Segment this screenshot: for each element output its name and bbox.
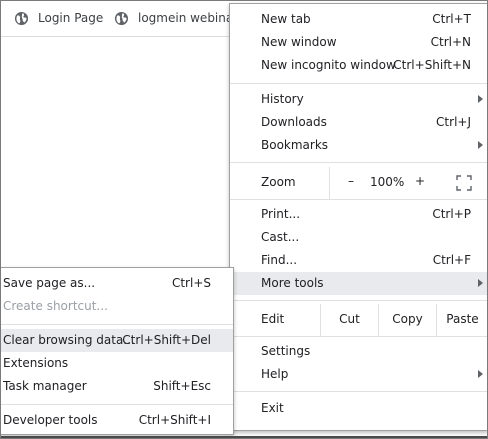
bookmark-login-page[interactable]: Login Page — [14, 9, 103, 27]
menu-separator — [230, 391, 487, 392]
menu-item-shortcut: Ctrl+Shift+Del — [122, 333, 211, 347]
menu-item-new-incognito-window[interactable]: New incognito window Ctrl+Shift+N — [230, 54, 487, 77]
submenu-item-save-page[interactable]: Save page as... Ctrl+S — [1, 272, 233, 295]
menu-item-label: Help — [261, 367, 289, 381]
menu-item-label: History — [261, 92, 304, 106]
menu-item-label: Bookmarks — [261, 138, 329, 152]
menu-separator — [230, 300, 487, 301]
menu-item-shortcut: Ctrl+T — [432, 12, 471, 26]
paste-button[interactable]: Paste — [436, 304, 488, 336]
submenu-arrow-icon — [478, 141, 483, 149]
menu-item-label: Save page as... — [3, 276, 96, 290]
menu-item-label: Extensions — [3, 356, 69, 370]
menu-separator — [230, 162, 487, 163]
zoom-in-button[interactable]: + — [413, 174, 427, 188]
menu-item-bookmarks[interactable]: Bookmarks — [230, 134, 487, 157]
menu-item-new-window[interactable]: New window Ctrl+N — [230, 31, 487, 54]
zoom-level: 100% — [370, 175, 405, 189]
edit-row: Edit Cut Copy Paste — [230, 304, 487, 336]
zoom-out-button[interactable]: – — [344, 174, 358, 188]
bookmark-logmein-webinar[interactable]: logmein webinar — [114, 9, 238, 27]
menu-item-shortcut: Ctrl+N — [430, 35, 471, 49]
menu-item-label: New tab — [261, 12, 311, 26]
menu-separator — [230, 83, 487, 84]
chrome-main-menu: New tab Ctrl+T New window Ctrl+N New inc… — [229, 3, 488, 431]
menu-item-help[interactable]: Help — [230, 363, 487, 386]
menu-separator — [1, 324, 233, 325]
menu-item-label: Downloads — [261, 115, 327, 129]
menu-item-downloads[interactable]: Downloads Ctrl+J — [230, 111, 487, 134]
bookmark-label: Login Page — [38, 11, 104, 25]
submenu-item-extensions[interactable]: Extensions — [1, 352, 233, 375]
menu-item-label: Find... — [261, 253, 298, 267]
menu-item-shortcut: Ctrl+Shift+N — [393, 58, 471, 72]
menu-item-shortcut: Ctrl+Shift+I — [138, 413, 211, 427]
zoom-row: Zoom – 100% + — [230, 167, 487, 199]
menu-item-shortcut: Ctrl+S — [171, 276, 211, 290]
menu-item-label: Print... — [261, 207, 301, 221]
menu-separator — [1, 404, 233, 405]
bookmark-label: logmein webinar — [138, 11, 239, 25]
menu-item-cast[interactable]: Cast... — [230, 226, 487, 249]
globe-icon — [14, 11, 29, 25]
menu-item-label: Developer tools — [3, 413, 98, 427]
submenu-item-create-shortcut: Create shortcut... — [1, 295, 233, 318]
menu-item-label: Create shortcut... — [3, 299, 108, 313]
more-tools-submenu: Save page as... Ctrl+S Create shortcut..… — [0, 267, 234, 435]
menu-item-shortcut: Shift+Esc — [153, 379, 211, 393]
edit-label: Edit — [261, 312, 285, 326]
cut-button[interactable]: Cut — [320, 304, 378, 336]
submenu-arrow-icon — [478, 370, 483, 378]
submenu-item-clear-browsing-data[interactable]: Clear browsing data... Ctrl+Shift+Del — [1, 329, 233, 352]
submenu-arrow-icon — [478, 279, 483, 287]
menu-item-label: Settings — [261, 344, 311, 358]
zoom-controls: – 100% + — [329, 167, 488, 199]
menu-separator — [230, 336, 487, 337]
menu-item-label: Clear browsing data... — [3, 333, 135, 347]
menu-item-label: New window — [261, 35, 337, 49]
menu-item-label: Cast... — [261, 230, 300, 244]
globe-icon — [114, 11, 129, 25]
menu-item-shortcut: Ctrl+J — [436, 115, 471, 129]
copy-button[interactable]: Copy — [378, 304, 436, 336]
submenu-arrow-icon — [478, 95, 483, 103]
menu-item-new-tab[interactable]: New tab Ctrl+T — [230, 8, 487, 31]
submenu-item-developer-tools[interactable]: Developer tools Ctrl+Shift+I — [1, 409, 233, 432]
menu-separator — [230, 199, 487, 200]
fullscreen-icon[interactable] — [456, 175, 472, 191]
menu-item-label: More tools — [261, 276, 324, 290]
menu-item-find[interactable]: Find... Ctrl+F — [230, 249, 487, 272]
menu-item-more-tools[interactable]: More tools — [230, 272, 487, 295]
menu-item-label: Exit — [261, 401, 284, 415]
menu-item-settings[interactable]: Settings — [230, 340, 487, 363]
menu-item-shortcut: Ctrl+F — [432, 253, 471, 267]
menu-item-shortcut: Ctrl+P — [432, 207, 471, 221]
menu-item-exit[interactable]: Exit — [230, 397, 487, 420]
menu-item-label: Task manager — [3, 379, 87, 393]
zoom-label: Zoom — [261, 175, 296, 189]
menu-item-history[interactable]: History — [230, 88, 487, 111]
menu-item-print[interactable]: Print... Ctrl+P — [230, 203, 487, 226]
submenu-item-task-manager[interactable]: Task manager Shift+Esc — [1, 375, 233, 398]
menu-item-label: New incognito window — [261, 58, 396, 72]
